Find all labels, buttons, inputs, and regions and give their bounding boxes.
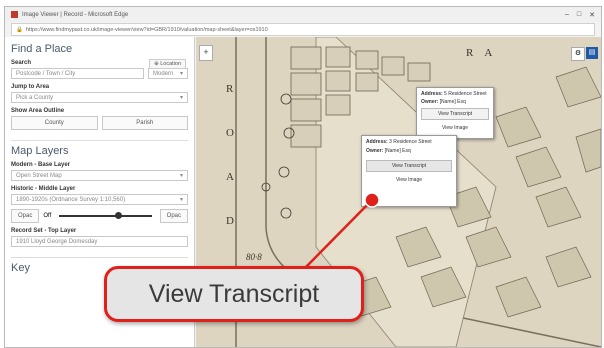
historic-layer-select[interactable]: 1890-1920s (Ordnance Survey 1:10,560) ▾: [11, 194, 188, 205]
lock-icon: 🔒: [16, 26, 23, 33]
view-transcript-callout: View Transcript: [104, 266, 364, 322]
county-button[interactable]: County: [11, 116, 98, 130]
show-area-label: Show Area Outline: [11, 108, 65, 114]
layers-icon[interactable]: ▤: [586, 47, 598, 59]
maximize-icon[interactable]: □: [577, 11, 581, 19]
location-button[interactable]: ⊕ Location: [149, 59, 186, 69]
zoom-in-button[interactable]: +: [199, 45, 213, 61]
historic-layer-label: Historic - Middle Layer: [11, 186, 76, 192]
road-label: R O A D: [226, 83, 236, 227]
popup-back: Address: 5 Residence Street Owner: [Name…: [416, 87, 494, 139]
url-text: https://www.findmypast.co.uk/image-viewe…: [25, 26, 268, 33]
view-image-button[interactable]: View Image: [421, 123, 489, 133]
record-layer-select[interactable]: 1910 Lloyd George Domesday: [11, 236, 188, 247]
opacity-slider[interactable]: [59, 212, 152, 219]
search-input[interactable]: Postcode / Town / City: [11, 68, 144, 79]
jump-select[interactable]: Pick a County ▾: [11, 92, 188, 103]
popup-front: Address: 3 Residence Street Owner: [Name…: [361, 135, 457, 207]
base-layer-select[interactable]: Open Street Map ▾: [11, 170, 188, 181]
chevron-down-icon: ▾: [179, 197, 183, 203]
map-layers-heading: Map Layers: [11, 145, 69, 157]
opacity-toggle[interactable]: Opac: [11, 209, 40, 223]
slider-knob[interactable]: [114, 212, 122, 219]
view-image-button-front[interactable]: View Image: [366, 175, 452, 185]
opacity-on-button[interactable]: Opac: [159, 209, 188, 223]
minimize-icon[interactable]: –: [565, 11, 569, 19]
view-transcript-button-front[interactable]: View Transcript: [366, 160, 452, 172]
record-layer-label: Record Set - Top Layer: [11, 228, 77, 234]
settings-icon[interactable]: ⚙: [571, 47, 585, 61]
base-layer-label: Modern - Base Layer: [11, 162, 71, 168]
parish-button[interactable]: Parish: [101, 116, 188, 130]
spot-height: 80·8: [246, 252, 262, 262]
find-place-heading: Find a Place: [11, 43, 73, 55]
app-icon: [11, 11, 18, 18]
jump-label: Jump to Area: [11, 84, 50, 90]
close-icon[interactable]: ✕: [589, 11, 595, 19]
view-transcript-button[interactable]: View Transcript: [421, 108, 489, 120]
search-mode-select[interactable]: Modern ▾: [148, 68, 188, 79]
chevron-down-icon: ▾: [179, 173, 183, 179]
title-bar: Image Viewer | Record - Microsoft Edge –…: [5, 7, 601, 22]
window-title: Image Viewer | Record - Microsoft Edge: [22, 11, 129, 18]
chevron-down-icon: ▾: [179, 95, 183, 101]
corner-road-label: R A: [466, 47, 493, 59]
chevron-down-icon: ▾: [179, 71, 183, 77]
opacity-off-label: Off: [43, 213, 52, 219]
address-bar[interactable]: 🔒 https://www.findmypast.co.uk/image-vie…: [11, 23, 595, 36]
